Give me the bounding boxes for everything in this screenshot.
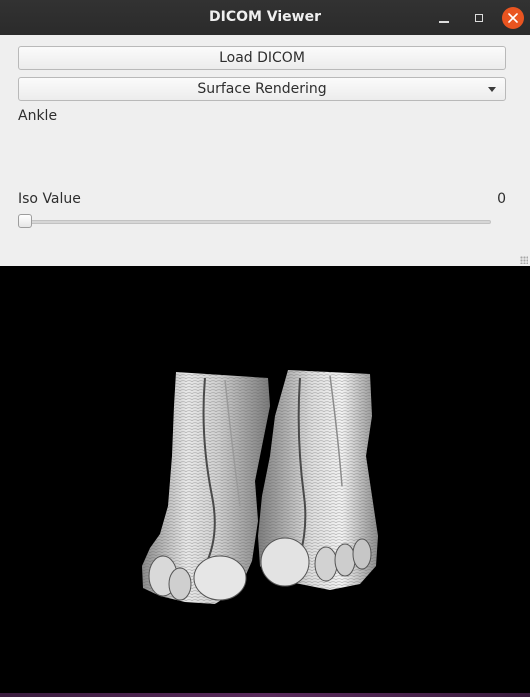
left-foot — [142, 372, 270, 604]
render-mode-select[interactable]: Surface Rendering — [18, 77, 506, 101]
render-mode-selected: Surface Rendering — [197, 81, 327, 97]
minimize-icon — [439, 21, 449, 23]
bottom-edge — [0, 693, 530, 697]
iso-value-readout: 0 — [497, 191, 506, 207]
dicom-viewer-window: DICOM Viewer Load DICOM Surface Renderin… — [0, 0, 530, 697]
control-panel: Load DICOM Surface Rendering Ankle Iso V… — [0, 35, 530, 266]
title-bar[interactable]: DICOM Viewer — [0, 0, 530, 35]
maximize-button[interactable] — [468, 7, 490, 29]
right-foot — [258, 370, 378, 590]
close-button[interactable] — [502, 7, 524, 29]
iso-value-label: Iso Value — [18, 191, 81, 207]
maximize-icon — [475, 14, 483, 22]
region-label: Ankle — [18, 108, 58, 124]
chevron-down-icon — [488, 87, 496, 92]
iso-value-slider[interactable] — [21, 220, 491, 224]
close-icon — [508, 13, 518, 23]
render-viewport[interactable] — [0, 266, 530, 697]
resize-grip-icon[interactable] — [520, 256, 528, 264]
load-dicom-button[interactable]: Load DICOM — [18, 46, 506, 70]
iso-value-slider-handle[interactable] — [18, 214, 32, 228]
rendered-feet-surface — [142, 370, 378, 604]
minimize-button[interactable] — [433, 7, 455, 29]
